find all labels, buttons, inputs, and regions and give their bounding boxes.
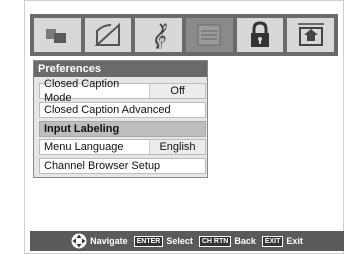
menu-item-label: Closed Caption Advanced	[44, 104, 171, 116]
navigate-hint: Navigate	[71, 233, 128, 249]
preferences-menu: Preferences Closed Caption Mode Off Clos…	[33, 60, 208, 178]
menu-item-closed-caption-mode[interactable]: Closed Caption Mode Off	[39, 78, 206, 104]
menu-item-label: Channel Browser Setup	[44, 160, 161, 172]
menu-item-menu-language[interactable]: Menu Language English	[39, 139, 206, 155]
back-hint: CH RTN Back	[198, 235, 256, 247]
preferences-icon	[197, 24, 221, 46]
navigate-icon	[71, 233, 87, 249]
tab-setup[interactable]	[84, 18, 132, 52]
picture-icon	[46, 29, 67, 43]
svg-text:𝄞: 𝄞	[152, 23, 167, 49]
ch-rtn-key: CH RTN	[198, 235, 232, 247]
menu-title: Preferences	[34, 61, 207, 77]
lock-icon	[251, 21, 270, 47]
select-label: Select	[166, 236, 193, 246]
exit-key: EXIT	[261, 235, 284, 247]
applications-icon	[297, 23, 324, 46]
exit-label: Exit	[286, 236, 303, 246]
back-label: Back	[234, 236, 256, 246]
tab-lock[interactable]	[236, 18, 284, 52]
tab-preferences[interactable]	[186, 18, 233, 52]
menu-item-label: Menu Language	[44, 141, 124, 153]
footer-help-bar: Navigate ENTER Select CH RTN Back EXIT E…	[30, 231, 344, 251]
audio-icon: 𝄞	[152, 23, 167, 49]
enter-key: ENTER	[133, 235, 164, 247]
select-hint: ENTER Select	[133, 235, 193, 247]
menu-item-value: English	[149, 140, 205, 154]
setup-icon	[94, 22, 120, 46]
menu-item-input-labeling[interactable]: Input Labeling	[39, 121, 206, 137]
tab-applications[interactable]	[287, 18, 335, 52]
exit-hint: EXIT Exit	[261, 235, 303, 247]
menu-item-label: Closed Caption Mode	[44, 78, 120, 104]
menu-item-closed-caption-advanced[interactable]: Closed Caption Advanced	[39, 102, 206, 118]
icon-tab-bar: 𝄞	[30, 14, 338, 56]
menu-item-value: Off	[149, 84, 205, 98]
menu-item-channel-browser-setup[interactable]: Channel Browser Setup	[39, 158, 206, 174]
tab-picture[interactable]	[34, 18, 81, 52]
tab-audio[interactable]: 𝄞	[135, 18, 183, 52]
navigate-label: Navigate	[90, 236, 128, 246]
menu-item-label: Input Labeling	[44, 123, 120, 135]
